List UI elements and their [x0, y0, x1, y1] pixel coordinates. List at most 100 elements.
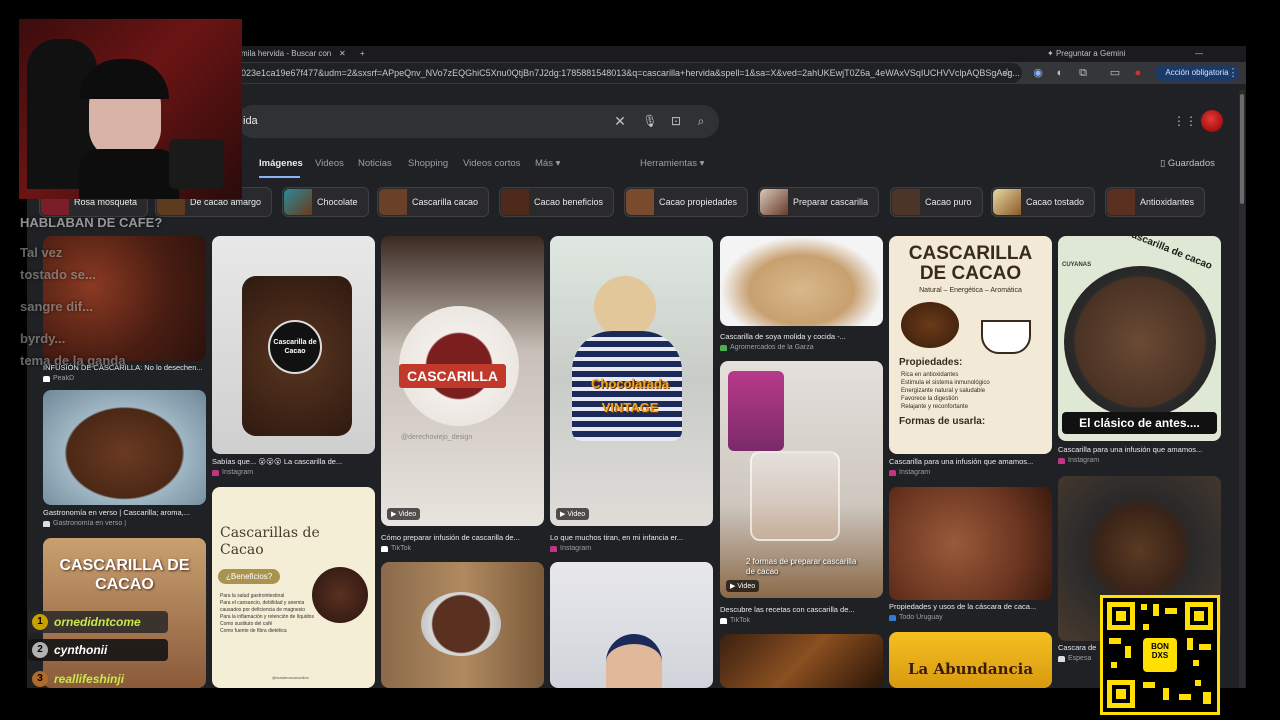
browser-tab[interactable]: mila hervida - Buscar con [241, 46, 339, 62]
person-shape [606, 634, 662, 688]
card-bullet: Como sustituto del café [220, 621, 273, 627]
result-image[interactable] [550, 562, 713, 688]
tab-news[interactable]: Noticias [358, 156, 392, 172]
search-icon[interactable]: ⌕ [693, 113, 709, 129]
scrollbar-thumb[interactable] [1240, 94, 1244, 204]
video-badge-label: Video [398, 511, 417, 518]
result-image[interactable] [381, 562, 544, 688]
lens-icon[interactable]: ⊡ [668, 113, 684, 129]
profile-icon[interactable]: ● [1130, 65, 1146, 81]
result-source[interactable]: Todo Uruguay [889, 614, 1052, 621]
card-image [312, 567, 368, 623]
result-image[interactable] [720, 236, 883, 326]
extensions-icon[interactable]: ⧉ [1075, 65, 1091, 81]
result-source[interactable]: Instagram [550, 545, 713, 552]
result-caption[interactable]: Sabías que... 😮😮😮 La cascarilla de... [212, 457, 375, 466]
media-icon[interactable]: ◐ [1052, 65, 1068, 81]
new-tab-icon[interactable]: + [360, 46, 365, 62]
card-subtitle: ¿Beneficios? [218, 569, 281, 584]
chip-cascarilla-cacao[interactable]: Cascarilla cacao [377, 187, 490, 217]
cast-icon[interactable]: ▭ [1107, 65, 1123, 81]
result-caption[interactable]: Lo que muchos tiran, en mi infancia er..… [550, 533, 713, 542]
apps-grid-icon[interactable]: ⋮⋮⋮ [1173, 112, 1209, 130]
chip-cacao-propiedades[interactable]: Cacao propiedades [624, 187, 749, 217]
result-source[interactable]: TikTok [720, 617, 883, 624]
leader-name: cynthonii [54, 643, 108, 657]
result-source[interactable]: Gastronomía en verso | [43, 520, 206, 527]
tab-videos[interactable]: Videos [315, 156, 344, 172]
card-title-1: CASCARILLA [908, 243, 1033, 264]
tab-shopping[interactable]: Shopping [408, 156, 448, 172]
card-props: Rica en antioxidantes Estimula el sistem… [901, 371, 1041, 411]
result-caption[interactable]: Cómo preparar infusión de cascarilla de.… [381, 533, 544, 542]
tools-button[interactable]: Herramientas ▾ [640, 156, 704, 172]
ask-gemini-button[interactable]: ✦ Preguntar a Gemini [1047, 46, 1125, 62]
result-source[interactable]: PeakD [43, 375, 206, 382]
saved-button[interactable]: ▯ Guardados [1160, 156, 1215, 172]
tab-short-videos[interactable]: Videos cortos [463, 156, 520, 172]
rank-badge: 3 [32, 671, 48, 687]
video-badge: ▶ Video [726, 580, 760, 592]
chip-label: Preparar cascarilla [793, 197, 869, 207]
result-source[interactable]: Instagram [1058, 457, 1221, 464]
chip-chocolate[interactable]: Chocolate [282, 187, 369, 217]
result-image[interactable]: 2 formas de preparar cascarilla de cacao… [720, 361, 883, 598]
result-source[interactable]: TikTok [381, 545, 544, 552]
card-bullets: Para la salud gastrointestinal Para el c… [220, 593, 316, 635]
result-image[interactable] [43, 390, 206, 505]
tab-close-icon[interactable]: ✕ [339, 46, 346, 62]
result-image[interactable]: CASCARILLA DE CACAO Natural – Energética… [889, 236, 1052, 454]
result-image[interactable] [720, 634, 883, 688]
chip-cacao-beneficios[interactable]: Cacao beneficios [499, 187, 615, 217]
result-source[interactable]: Instagram [889, 469, 1052, 476]
result-image[interactable]: Chocolatada VINTAGE ▶ Video [550, 236, 713, 526]
video-badge-label: Video [737, 583, 756, 590]
minimize-icon[interactable]: — [1195, 46, 1203, 62]
result-caption[interactable]: Cascarilla de soya molida y cocida -... [720, 332, 883, 341]
search-box[interactable]: ida ✕ 🎙 ⊡ ⌕ [237, 105, 719, 138]
rank-badge: 1 [32, 614, 48, 630]
result-caption[interactable]: Cascarilla para una infusión que amamos.… [1058, 445, 1221, 454]
avatar[interactable] [1201, 110, 1223, 132]
overlay-line-1: Chocolatada [590, 376, 669, 391]
menu-icon[interactable]: ⋮ [1225, 65, 1241, 81]
active-tab-indicator [259, 176, 300, 178]
result-caption[interactable]: Descubre las recetas con cascarilla de..… [720, 605, 883, 614]
result-source[interactable]: Agromercados de la Garza [720, 344, 883, 351]
chip-label: Antioxidantes [1140, 197, 1195, 207]
result-source[interactable]: Instagram [212, 469, 375, 476]
result-image[interactable]: CUYANAS Cascarilla de cacao El clásico d… [1058, 236, 1221, 441]
tab-images[interactable]: Imágenes [259, 156, 303, 172]
bookmark-star-icon[interactable]: ☆ [999, 65, 1015, 81]
translate-icon[interactable]: ◉ [1030, 65, 1046, 81]
card-bullet: Para el cansancio, debilidad y anemia ca… [220, 600, 306, 613]
page-scrollbar[interactable] [1239, 90, 1245, 688]
result-image[interactable]: CASCARILLA @derechoviejo_design ▶ Video [381, 236, 544, 526]
leader-name: reallifeshinji [54, 672, 125, 686]
cacao-pod-shape [901, 302, 959, 348]
webcam-overlay [19, 19, 242, 199]
microphone-icon[interactable]: 🎙 [642, 113, 658, 129]
qr-code: BON DXS [1100, 595, 1220, 715]
chip-preparar-cascarilla[interactable]: Preparar cascarilla [758, 187, 880, 217]
chat-line: sangre dif... [20, 299, 93, 314]
clear-icon[interactable]: ✕ [612, 113, 628, 129]
tab-more[interactable]: Más ▾ [535, 156, 560, 172]
chip-label: Cacao puro [925, 197, 972, 207]
result-image[interactable]: La Abundancia [889, 632, 1052, 688]
result-image[interactable]: Cascarillas de Cacao ¿Beneficios? Para l… [212, 487, 375, 688]
result-overlay-text: CASCARILLA [399, 364, 506, 388]
result-caption[interactable]: Gastronomía en verso | Cascarilla; aroma… [43, 508, 206, 517]
chip-cacao-tostado[interactable]: Cacao tostado [991, 187, 1096, 217]
chip-thumb [760, 189, 788, 215]
chip-cacao-puro[interactable]: Cacao puro [890, 187, 983, 217]
address-bar[interactable]: 023e1ca19e67f477&udm=2&sxsrf=APpeQnv_NVo… [227, 63, 1022, 83]
chat-line: HABLABAN DE CAFE? [20, 215, 163, 230]
microphone-icon [169, 139, 224, 189]
result-caption[interactable]: Propiedades y usos de la cáscara de caca… [889, 602, 1052, 611]
chip-antioxidantes[interactable]: Antioxidantes [1105, 187, 1206, 217]
result-image[interactable] [889, 487, 1052, 600]
result-image[interactable]: Cascarilla de Cacao [212, 236, 375, 454]
card-prop: Energizante natural y saludable [901, 388, 986, 394]
result-caption[interactable]: Cascarilla para una infusión que amamos.… [889, 457, 1052, 466]
